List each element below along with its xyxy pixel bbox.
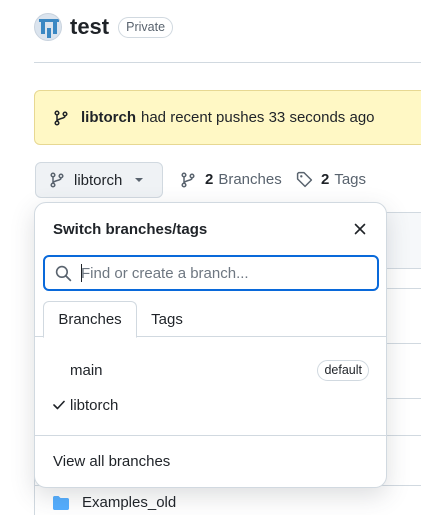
dropdown-tabs: Branches Tags	[35, 301, 386, 338]
recent-push-banner: libtorch had recent pushes 33 seconds ag…	[34, 90, 421, 145]
banner-branch-name: libtorch	[81, 109, 136, 126]
dropdown-title: Switch branches/tags	[53, 221, 208, 238]
avatar[interactable]	[34, 13, 62, 41]
search-icon	[55, 265, 72, 281]
table-row[interactable]: Examples_old	[52, 494, 176, 511]
branches-link[interactable]: 2 Branches	[180, 171, 282, 188]
git-branch-icon	[181, 171, 195, 188]
git-branch-icon	[54, 109, 68, 126]
repo-name[interactable]: test	[70, 14, 109, 40]
tag-icon	[296, 171, 313, 188]
banner-message: had recent pushes 33 seconds ago	[141, 109, 375, 126]
branch-item-main[interactable]: main default	[35, 353, 386, 387]
repo-header: test Private	[34, 13, 174, 41]
branch-selector-button[interactable]: libtorch	[35, 162, 163, 198]
close-icon[interactable]	[352, 221, 368, 237]
branch-item-libtorch[interactable]: libtorch	[35, 388, 386, 422]
branch-search-field[interactable]	[43, 255, 379, 291]
branches-count: 2	[205, 171, 214, 188]
folder-icon	[53, 495, 69, 510]
branch-search-input[interactable]	[81, 264, 351, 282]
check-icon	[53, 400, 65, 410]
git-branch-icon	[50, 172, 64, 188]
branches-label: Branches	[218, 171, 282, 188]
branch-item-label: libtorch	[70, 396, 119, 414]
header-divider	[34, 62, 421, 63]
tab-tags[interactable]: Tags	[139, 301, 195, 337]
view-all-branches-link[interactable]: View all branches	[53, 453, 170, 470]
tags-link[interactable]: 2 Tags	[296, 171, 366, 188]
branch-item-label: main	[70, 361, 103, 379]
branch-switcher-dropdown: Switch branches/tags Branches Tags main …	[34, 202, 387, 488]
tags-count: 2	[321, 171, 330, 188]
default-badge: default	[317, 359, 369, 381]
text-cursor	[81, 264, 82, 282]
dropdown-footer-divider	[35, 435, 386, 436]
avatar-icon	[39, 19, 59, 38]
tags-label: Tags	[334, 171, 367, 188]
file-name[interactable]: Examples_old	[82, 494, 176, 511]
tab-branches[interactable]: Branches	[43, 301, 137, 338]
branch-selector-label: libtorch	[74, 171, 123, 189]
caret-down-icon	[135, 178, 144, 182]
visibility-badge: Private	[118, 16, 174, 38]
